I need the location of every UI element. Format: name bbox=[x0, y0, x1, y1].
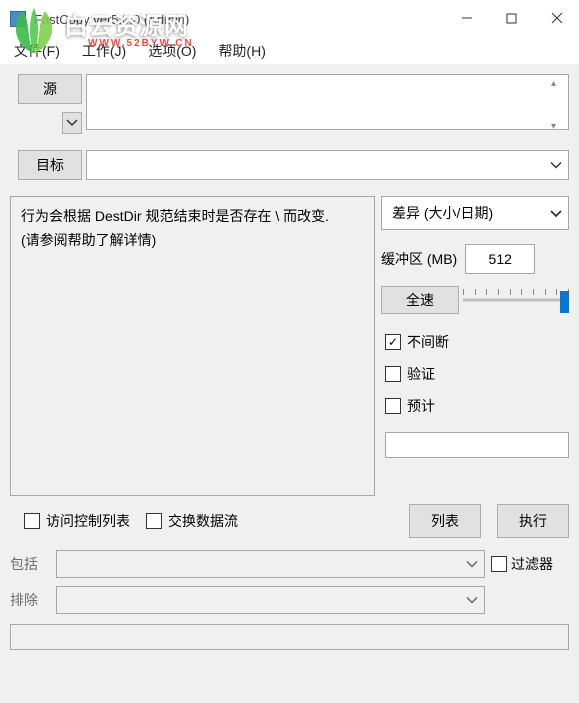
menu-file[interactable]: 文件(F) bbox=[8, 39, 66, 63]
filter-label: 过滤器 bbox=[511, 554, 553, 574]
status-field bbox=[385, 432, 569, 458]
info-line2: (请参阅帮助了解详情) bbox=[21, 229, 364, 253]
menubar: 文件(F) 工作(J) 选项(O) 帮助(H) bbox=[0, 38, 579, 64]
speed-button[interactable]: 全速 bbox=[381, 286, 459, 314]
chevron-down-icon bbox=[466, 593, 478, 608]
dest-button[interactable]: 目标 bbox=[18, 150, 82, 180]
verify-row[interactable]: 验证 bbox=[385, 364, 569, 384]
slider-track bbox=[463, 299, 569, 302]
include-label: 包括 bbox=[10, 554, 50, 574]
buffer-label: 缓冲区 (MB) bbox=[381, 249, 457, 269]
verify-label: 验证 bbox=[407, 364, 435, 384]
acl-row[interactable]: 访问控制列表 bbox=[24, 511, 130, 531]
estimate-label: 预计 bbox=[407, 396, 435, 416]
dest-input[interactable] bbox=[86, 150, 569, 180]
exclude-select[interactable] bbox=[56, 586, 485, 614]
slider-thumb[interactable] bbox=[560, 291, 569, 313]
include-select[interactable] bbox=[56, 550, 485, 578]
scroll-up-icon[interactable]: ▴ bbox=[551, 78, 565, 89]
info-line1: 行为会根据 DestDir 规范结束时是否存在 \ 而改变. bbox=[21, 205, 364, 229]
acl-label: 访问控制列表 bbox=[46, 511, 130, 531]
nonstop-row[interactable]: ✓ 不间断 bbox=[385, 332, 569, 352]
chevron-down-icon bbox=[66, 119, 78, 127]
minimize-button[interactable] bbox=[444, 0, 489, 36]
window-title: FastCopy ver5.0.0 (Admin) bbox=[34, 12, 189, 27]
mid-section: 行为会根据 DestDir 规范结束时是否存在 \ 而改变. (请参阅帮助了解详… bbox=[4, 196, 575, 496]
menu-option[interactable]: 选项(O) bbox=[142, 39, 202, 63]
info-panel: 行为会根据 DestDir 规范结束时是否存在 \ 而改变. (请参阅帮助了解详… bbox=[10, 196, 375, 496]
altstream-row[interactable]: 交换数据流 bbox=[146, 511, 238, 531]
source-input[interactable] bbox=[86, 74, 569, 130]
acl-checkbox[interactable] bbox=[24, 513, 40, 529]
app-icon bbox=[10, 11, 26, 27]
maximize-button[interactable] bbox=[489, 0, 534, 36]
source-button[interactable]: 源 bbox=[18, 74, 82, 104]
verify-checkbox[interactable] bbox=[385, 366, 401, 382]
close-button[interactable] bbox=[534, 0, 579, 36]
nonstop-label: 不间断 bbox=[407, 332, 449, 352]
mode-select[interactable]: 差异 (大小/日期) bbox=[381, 196, 569, 230]
client-area: 源 ▴ ▾ 目标 行为会根据 DestDir 规范 bbox=[0, 64, 579, 703]
filter-checkbox[interactable] bbox=[491, 556, 507, 572]
buffer-input[interactable] bbox=[465, 244, 535, 274]
source-row: 源 ▴ ▾ bbox=[4, 68, 575, 140]
titlebar: FastCopy ver5.0.0 (Admin) bbox=[0, 0, 579, 38]
include-row: 包括 过滤器 bbox=[4, 546, 575, 582]
exclude-label: 排除 bbox=[10, 590, 50, 610]
mode-select-value: 差异 (大小/日期) bbox=[392, 203, 493, 223]
altstream-label: 交换数据流 bbox=[168, 511, 238, 531]
chevron-down-icon bbox=[550, 205, 562, 221]
nonstop-checkbox[interactable]: ✓ bbox=[385, 334, 401, 350]
list-button[interactable]: 列表 bbox=[409, 504, 481, 538]
action-row: 访问控制列表 交换数据流 列表 执行 bbox=[4, 496, 575, 546]
estimate-checkbox[interactable] bbox=[385, 398, 401, 414]
chevron-down-icon bbox=[550, 158, 562, 173]
log-panel bbox=[10, 624, 569, 650]
altstream-checkbox[interactable] bbox=[146, 513, 162, 529]
filter-toggle-row[interactable]: 过滤器 bbox=[491, 554, 569, 574]
execute-button[interactable]: 执行 bbox=[497, 504, 569, 538]
dest-row: 目标 bbox=[4, 144, 575, 186]
right-panel: 差异 (大小/日期) 缓冲区 (MB) 全速 bbox=[381, 196, 569, 496]
exclude-row: 排除 bbox=[4, 582, 575, 618]
estimate-row[interactable]: 预计 bbox=[385, 396, 569, 416]
source-history-dropdown[interactable] bbox=[62, 112, 82, 134]
menu-job[interactable]: 工作(J) bbox=[76, 39, 132, 63]
menu-help[interactable]: 帮助(H) bbox=[212, 39, 271, 63]
chevron-down-icon bbox=[466, 557, 478, 572]
speed-slider[interactable] bbox=[463, 289, 569, 311]
scroll-down-icon[interactable]: ▾ bbox=[551, 121, 565, 132]
